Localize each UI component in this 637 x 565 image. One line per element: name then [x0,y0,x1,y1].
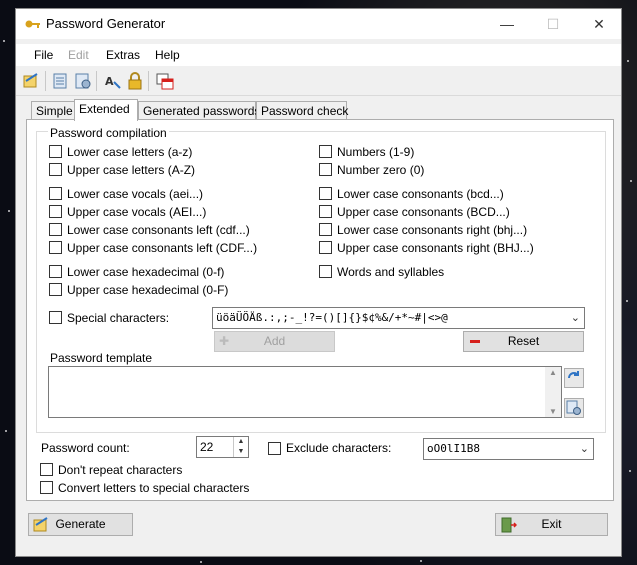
reset-button-label: Reset [507,334,540,348]
lowercase-consonants-left-label: Lower case consonants left (cdf...) [67,223,250,237]
uppercase-hex-checkbox[interactable] [49,283,62,296]
lowercase-consonants-right-checkbox[interactable] [319,223,332,236]
exclude-characters-value: oO0lI1B8 [427,442,480,455]
tab-generated-passwords[interactable]: Generated passwords [138,101,260,120]
scroll-up-icon[interactable]: ▲ [549,368,557,377]
password-template-label: Password template [50,351,153,365]
convert-special-label: Convert letters to special characters [58,481,250,495]
uppercase-vocals-checkbox[interactable] [49,205,62,218]
chevron-down-icon[interactable]: ⌄ [580,439,589,459]
uppercase-letters-checkbox[interactable] [49,163,62,176]
refresh-icon [568,371,579,379]
font-key-icon[interactable]: A [104,72,122,90]
chevron-down-icon[interactable]: ⌄ [571,308,580,328]
key-icon [25,20,40,28]
special-characters-value: üöäÜÖÄß.:,;-_!?=()[]{}$¢%&/+*~#|<>@ [216,311,448,324]
exit-door-icon [501,517,517,533]
uppercase-consonants-right-checkbox[interactable] [319,241,332,254]
template-scrollbar[interactable]: ▲ ▼ [545,367,561,417]
special-characters-combo[interactable]: üöäÜÖÄß.:,;-_!?=()[]{}$¢%&/+*~#|<>@ ⌄ [212,307,585,329]
template-settings-button[interactable] [564,398,584,418]
uppercase-consonants-left-label: Upper case consonants left (CDF...) [67,241,258,255]
uppercase-vocals-label: Upper case vocals (AEI...) [67,205,207,219]
tab-simple[interactable]: Simple [31,101,75,120]
exclude-characters-combo[interactable]: oO0lI1B8 ⌄ [423,438,594,460]
words-syllables-checkbox[interactable] [319,265,332,278]
window-title: Password Generator [46,16,166,31]
add-button[interactable]: ✚ Add [214,331,335,352]
refresh-template-button[interactable] [564,368,584,388]
password-compilation-label: Password compilation [48,126,169,140]
dont-repeat-checkbox[interactable] [40,463,53,476]
close-button[interactable]: ✕ [576,9,622,39]
lowercase-consonants-right-label: Lower case consonants right (bhj...) [337,223,528,237]
special-characters-label: Special characters: [67,311,170,325]
toolbar-separator [45,71,46,91]
lowercase-letters-checkbox[interactable] [49,145,62,158]
add-button-label: Add [263,334,286,348]
generate-button-label: Generate [55,517,106,531]
menu-bar: File Edit Extras Help [16,44,621,66]
toolbar-separator [96,71,97,91]
plus-icon: ✚ [219,334,230,348]
lowercase-consonants-left-checkbox[interactable] [49,223,62,236]
lowercase-consonants-checkbox[interactable] [319,187,332,200]
words-syllables-label: Words and syllables [337,265,445,279]
svg-text:A: A [105,75,114,88]
spin-down-icon[interactable]: ▼ [234,447,248,457]
lowercase-letters-label: Lower case letters (a-z) [67,145,193,159]
uppercase-consonants-left-checkbox[interactable] [49,241,62,254]
generate-button[interactable]: Generate [28,513,133,536]
exclude-characters-label: Exclude characters: [286,441,392,455]
uppercase-hex-label: Upper case hexadecimal (0-F) [67,283,229,297]
uppercase-letters-label: Upper case letters (A-Z) [67,163,196,177]
lowercase-vocals-label: Lower case vocals (aei...) [67,187,204,201]
title-bar: Password Generator — ☐ ✕ [16,9,621,39]
exit-button-label: Exit [541,517,562,531]
special-characters-checkbox[interactable] [49,311,62,324]
generate-toolbar-icon[interactable] [22,72,40,90]
lowercase-consonants-label: Lower case consonants (bcd...) [337,187,504,201]
menu-help[interactable]: Help [155,48,180,62]
dont-repeat-label: Don't repeat characters [58,463,183,477]
menu-extras[interactable]: Extras [106,48,140,62]
lowercase-hex-checkbox[interactable] [49,265,62,278]
password-generator-window: Password Generator — ☐ ✕ File Edit Extra… [15,8,622,557]
scroll-down-icon[interactable]: ▼ [549,407,557,416]
menu-edit[interactable]: Edit [68,48,89,62]
settings-list-icon[interactable] [74,72,92,90]
generate-icon [33,517,48,532]
tab-password-check[interactable]: Password check [256,101,348,120]
minimize-button[interactable]: — [484,9,530,39]
uppercase-consonants-label: Upper case consonants (BCD...) [337,205,510,219]
tab-extended[interactable]: Extended [74,99,138,121]
lowercase-hex-label: Lower case hexadecimal (0-f) [67,265,225,279]
settings-list-icon [566,400,581,415]
password-count-value: 22 [200,440,214,454]
uppercase-consonants-right-label: Upper case consonants right (BHJ...) [337,241,534,255]
reset-button[interactable]: Reset [463,331,584,352]
spin-up-icon[interactable]: ▲ [234,437,248,447]
lock-icon[interactable] [126,72,144,90]
exit-button[interactable]: Exit [495,513,608,536]
maximize-button[interactable]: ☐ [530,9,576,39]
spinner-arrows[interactable]: ▲ ▼ [233,437,248,457]
password-template-input[interactable]: ▲ ▼ [48,366,562,418]
open-list-icon[interactable] [52,72,70,90]
convert-special-checkbox[interactable] [40,481,53,494]
exit-window-icon[interactable] [156,72,174,90]
toolbar: A [16,67,621,96]
numbers-label: Numbers (1-9) [337,145,415,159]
menu-file[interactable]: File [34,48,53,62]
numbers-checkbox[interactable] [319,145,332,158]
password-count-label: Password count: [41,441,130,455]
number-zero-checkbox[interactable] [319,163,332,176]
uppercase-consonants-checkbox[interactable] [319,205,332,218]
exclude-characters-checkbox[interactable] [268,442,281,455]
toolbar-separator [148,71,149,91]
number-zero-label: Number zero (0) [337,163,425,177]
password-count-spinner[interactable]: 22 ▲ ▼ [196,436,249,458]
lowercase-vocals-checkbox[interactable] [49,187,62,200]
minus-icon [470,340,480,343]
